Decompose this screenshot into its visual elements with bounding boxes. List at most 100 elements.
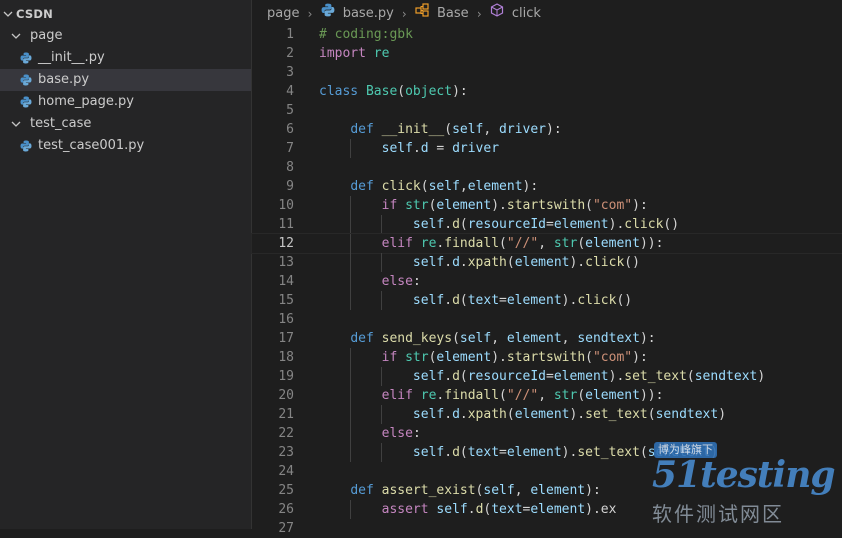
line-number: 8 — [286, 160, 294, 175]
code-line[interactable]: 14 else: — [252, 272, 842, 291]
code-token: : — [412, 274, 421, 289]
code-text: # coding:gbk — [319, 25, 413, 44]
code-token: self — [381, 141, 413, 156]
code-line[interactable]: 1 # coding:gbk — [252, 25, 842, 44]
code-token: assert_exist — [381, 483, 476, 498]
code-line[interactable]: 26 assert self.d(text=element).ex — [252, 500, 842, 519]
tree-folder-page[interactable]: page — [0, 25, 251, 47]
tree-file-init[interactable]: __init__.py — [0, 47, 251, 69]
code-text: self.d.xpath(element).set_text(sendtext) — [319, 405, 726, 424]
code-token: d — [452, 217, 460, 232]
code-line[interactable]: 24 — [252, 462, 842, 481]
code-line[interactable]: 23 self.d(text=element).set_text(sendtex… — [252, 443, 842, 462]
code-token: str — [405, 350, 429, 365]
code-token: ( — [577, 388, 586, 403]
code-line[interactable]: 6 def __init__(self, driver): — [252, 120, 842, 139]
explorer-root-folder[interactable]: CSDN — [0, 3, 251, 25]
line-number: 24 — [278, 464, 294, 479]
tree-file-test-case001[interactable]: test_case001.py — [0, 135, 251, 157]
code-token: def — [350, 331, 374, 346]
line-number: 6 — [286, 122, 294, 137]
code-token: ).ex — [585, 502, 617, 517]
code-token: def — [350, 483, 374, 498]
code-token: , — [561, 331, 578, 346]
code-line[interactable]: 8 — [252, 158, 842, 177]
code-line[interactable]: 19 self.d(resourceId=element).set_text(s… — [252, 367, 842, 386]
code-line[interactable]: 2 import re — [252, 44, 842, 63]
code-line[interactable]: 11 self.d(resourceId=element).click() — [252, 215, 842, 234]
code-line[interactable]: 20 elif re.findall("//", str(element)): — [252, 386, 842, 405]
code-token: def — [350, 179, 374, 194]
line-number: 9 — [286, 179, 294, 194]
code-line[interactable]: 21 self.d.xpath(element).set_text(sendte… — [252, 405, 842, 424]
code-line[interactable]: 17 def send_keys(self, element, sendtext… — [252, 329, 842, 348]
code-line[interactable]: 18 if str(element).startswith("com"): — [252, 348, 842, 367]
code-token: = — [499, 445, 507, 460]
code-token: ). — [608, 369, 625, 384]
line-number: 18 — [278, 350, 294, 365]
code-token: d — [452, 369, 460, 384]
code-token: self — [452, 122, 484, 137]
code-token: ( — [585, 350, 593, 365]
code-token: class — [319, 84, 359, 99]
line-number: 19 — [278, 369, 294, 384]
code-text: import re — [319, 44, 389, 63]
code-line[interactable]: 10 if str(element).startswith("com"): — [252, 196, 842, 215]
tree-folder-test-case[interactable]: test_case — [0, 113, 251, 135]
line-number: 15 — [278, 293, 294, 308]
code-text: if str(element).startswith("com"): — [319, 348, 648, 367]
code-token: ( — [444, 122, 453, 137]
code-line[interactable]: 7 self.d = driver — [252, 139, 842, 158]
code-token: . — [444, 445, 453, 460]
code-line[interactable]: 3 — [252, 63, 842, 82]
code-token: self — [459, 331, 492, 346]
code-token: set_text — [585, 407, 648, 422]
code-line[interactable]: 25 def assert_exist(self, element): — [252, 481, 842, 500]
code-token: sendtext — [655, 407, 719, 422]
code-token: self — [412, 293, 445, 308]
code-line[interactable]: 4 class Base(object): — [252, 82, 842, 101]
code-token: elif — [381, 388, 413, 403]
code-token: text — [467, 445, 500, 460]
code-token: else — [381, 426, 413, 441]
tree-file-label: base.py — [38, 72, 90, 87]
code-token: self — [412, 369, 445, 384]
code-token: ( — [459, 293, 468, 308]
method-symbol-icon — [490, 2, 503, 17]
code-line[interactable]: 9 def click(self,element): — [252, 177, 842, 196]
code-token: = — [428, 141, 453, 156]
code-editor[interactable]: page › base.py › Base › click 1 # coding:… — [251, 0, 842, 536]
code-token: ). — [569, 255, 586, 270]
code-line[interactable]: 16 — [252, 310, 842, 329]
code-token: str — [553, 236, 578, 251]
code-lines[interactable]: 1 # coding:gbk 2 import re 3 4 class Base(obje… — [251, 24, 842, 536]
code-token: ( — [459, 217, 468, 232]
code-line[interactable]: 13 self.d.xpath(element).click() — [252, 253, 842, 272]
line-number: 16 — [278, 312, 294, 327]
line-number: 3 — [286, 65, 294, 80]
code-token: findall — [444, 388, 500, 403]
line-number: 1 — [286, 27, 294, 42]
code-line[interactable]: 5 — [252, 101, 842, 120]
python-file-icon — [20, 140, 32, 152]
code-token: re — [420, 236, 437, 251]
code-token: element — [436, 198, 492, 213]
code-text: def click(self,element): — [319, 177, 538, 196]
code-line[interactable]: 12 elif re.findall("//", str(element)): — [251, 233, 842, 254]
tree-file-base[interactable]: base.py — [0, 69, 251, 91]
python-file-icon — [321, 3, 334, 16]
code-line[interactable]: 22 else: — [252, 424, 842, 443]
code-token: ( — [397, 84, 406, 99]
tree-file-home-page[interactable]: home_page.py — [0, 91, 251, 113]
code-token: self — [412, 407, 445, 422]
code-token: ). — [561, 293, 578, 308]
code-line[interactable]: 15 self.d(text=element).click() — [252, 291, 842, 310]
code-token: )): — [639, 236, 664, 251]
code-token: set_text — [577, 445, 640, 460]
code-token: assert — [381, 502, 429, 517]
